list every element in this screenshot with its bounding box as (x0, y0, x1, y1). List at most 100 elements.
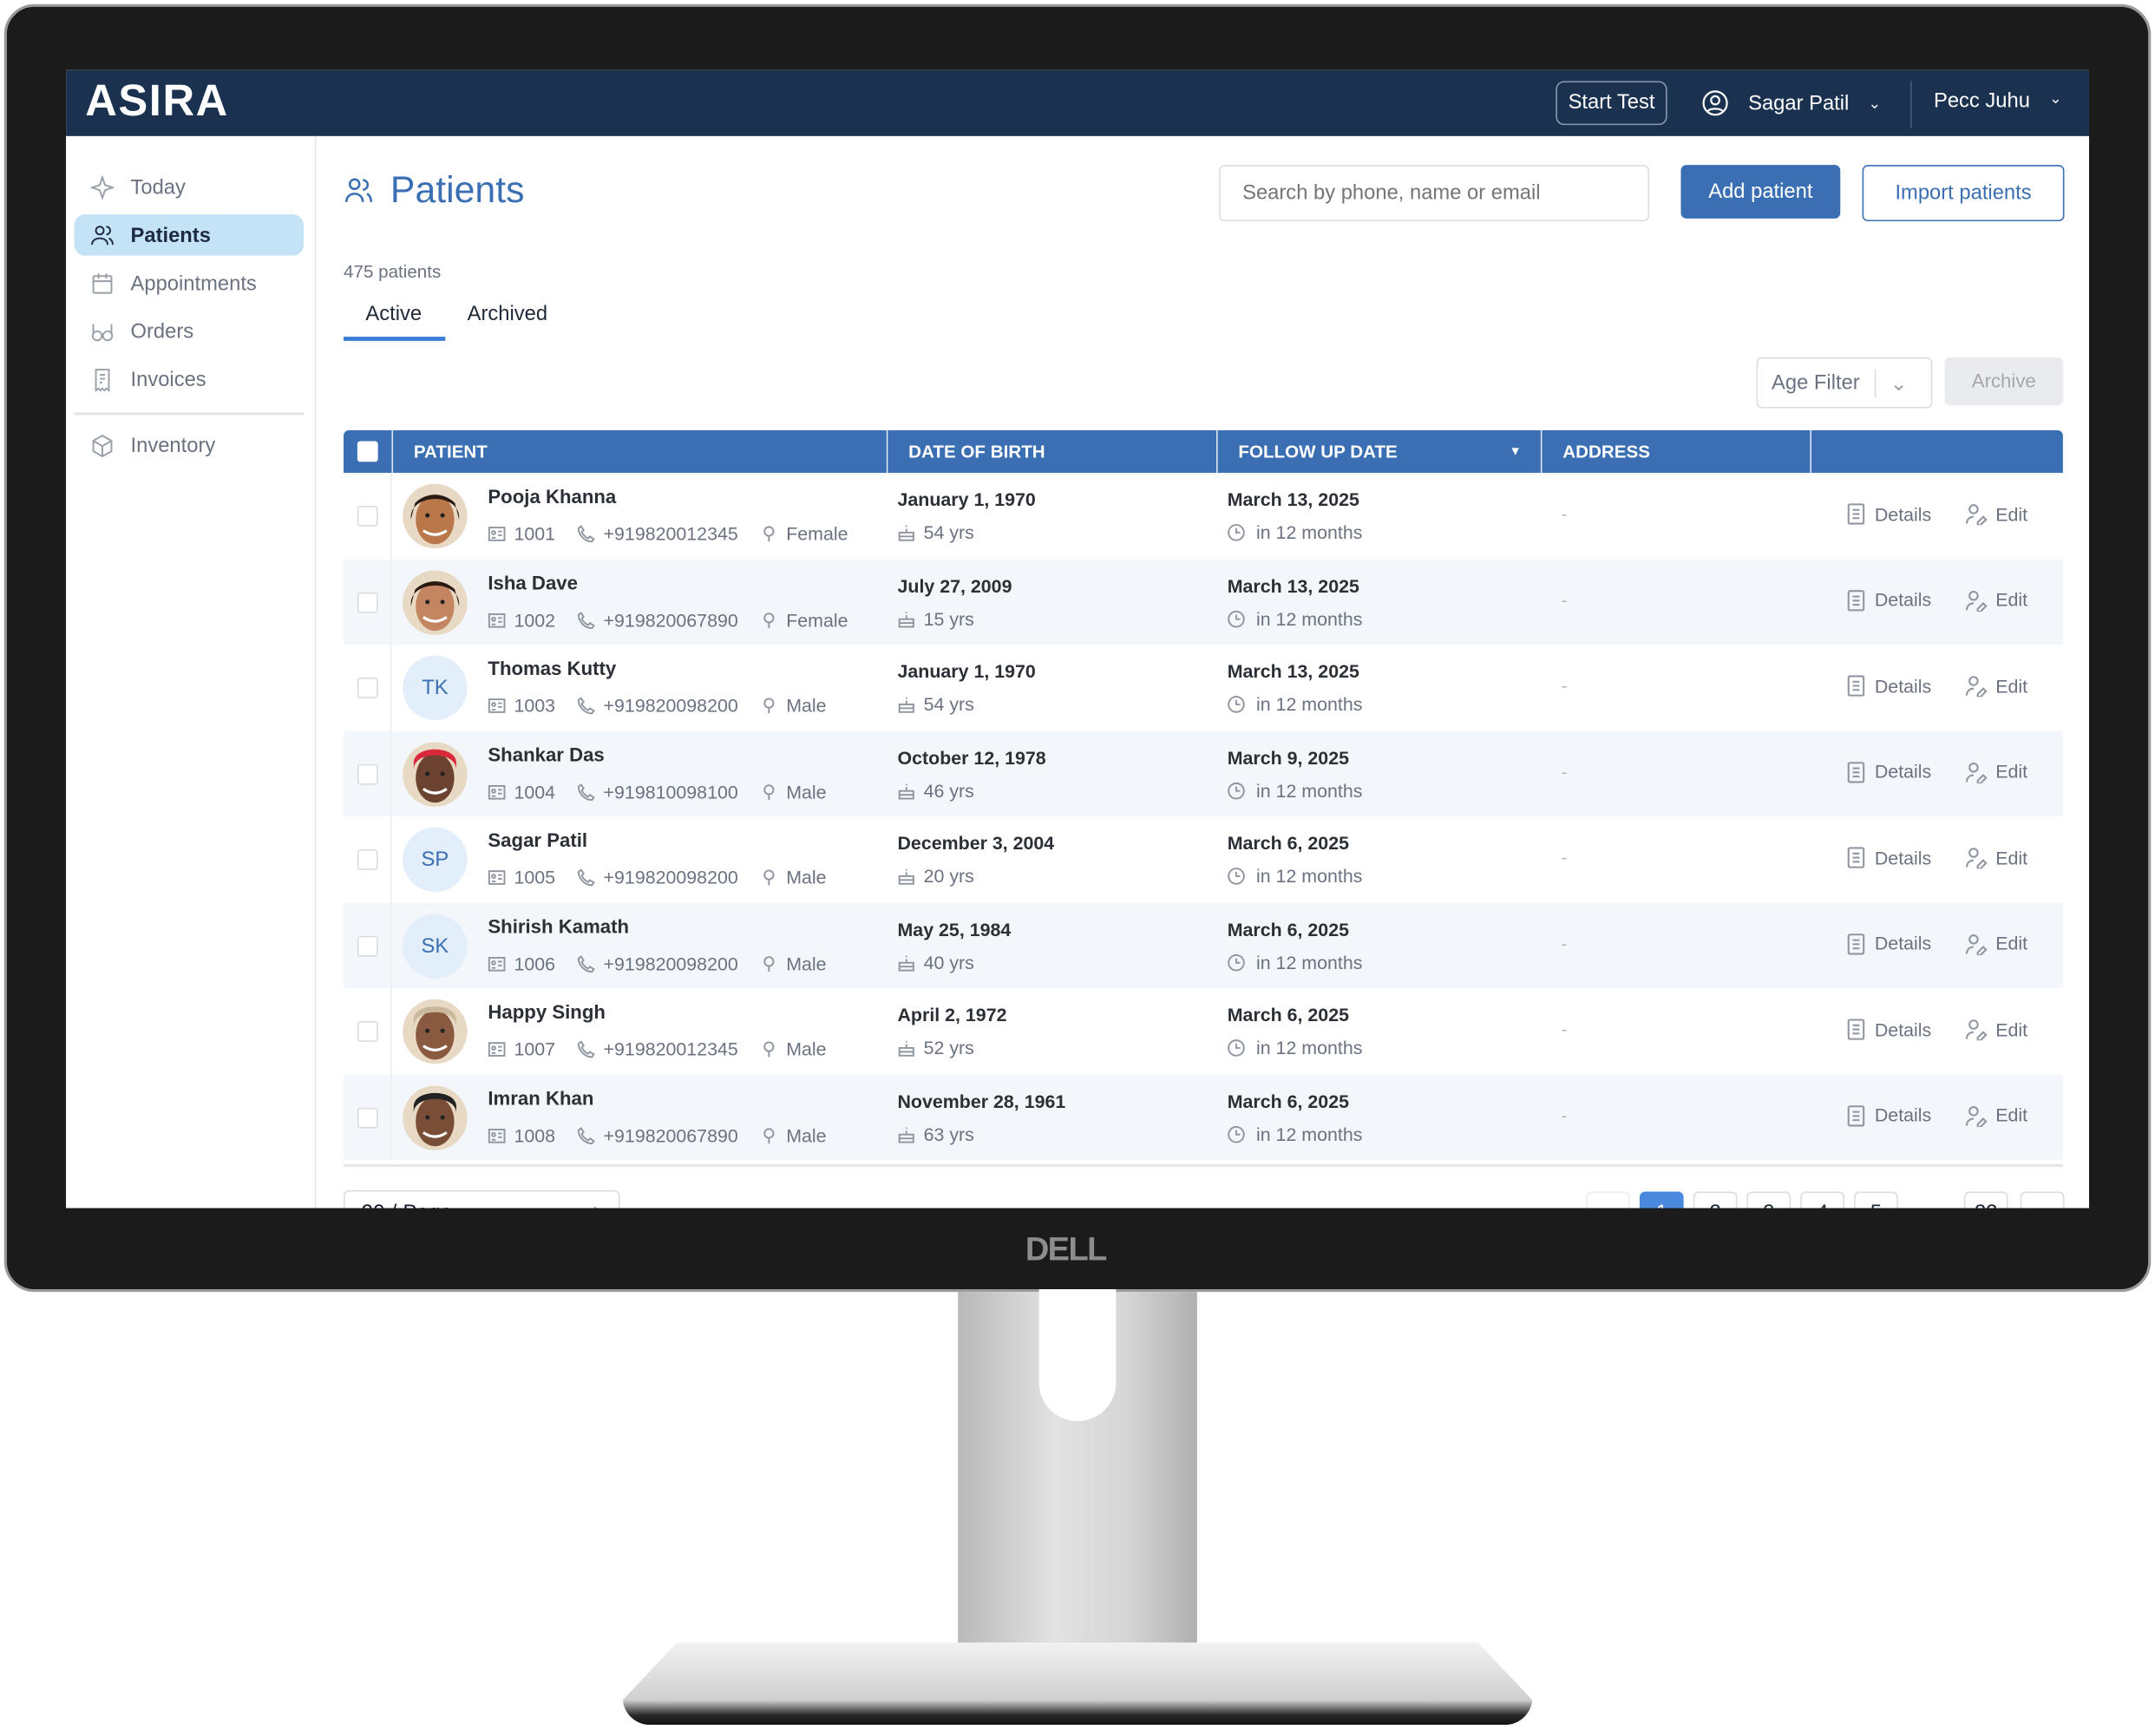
top-bar: ASIRA Start Test Sagar Patil ⌄ Pecc Juhu… (66, 69, 2089, 136)
row-checkbox[interactable] (357, 763, 378, 784)
patient-name[interactable]: Sagar Patil (488, 829, 587, 850)
page-1-button[interactable]: 1 (1639, 1191, 1684, 1209)
edit-button[interactable]: Edit (1965, 1019, 2027, 1041)
details-button[interactable]: Details (1846, 933, 1931, 954)
gender-icon (763, 698, 775, 714)
patient-name[interactable]: Shirish Kamath (488, 914, 629, 936)
patient-age: 52 yrs (923, 1038, 974, 1058)
page-2-button[interactable]: 2 (1693, 1191, 1738, 1209)
sidebar-item-today[interactable]: Today (75, 167, 305, 208)
patient-address: - (1561, 502, 1568, 524)
edit-button[interactable]: Edit (1965, 761, 2027, 783)
search-input[interactable] (1219, 165, 1650, 222)
clock-icon (1228, 953, 1245, 971)
edit-button[interactable]: Edit (1965, 503, 2027, 526)
row-checkbox[interactable] (357, 849, 378, 870)
row-checkbox[interactable] (357, 935, 378, 956)
column-date-of-birth[interactable]: DATE OF BIRTH (886, 429, 1216, 473)
edit-button[interactable]: Edit (1965, 589, 2027, 612)
patient-name[interactable]: Pooja Khanna (488, 485, 616, 507)
app-logo[interactable]: ASIRA (85, 75, 229, 127)
clock-icon (1228, 610, 1245, 627)
column-patient[interactable]: PATIENT (391, 429, 886, 473)
row-checkbox[interactable] (357, 1107, 378, 1128)
row-checkbox[interactable] (357, 1021, 378, 1042)
date-of-birth: January 1, 1970 (897, 661, 1036, 682)
details-button[interactable]: Details (1846, 847, 1931, 868)
sidebar-item-orders[interactable]: Orders (75, 311, 305, 352)
gender-icon (763, 526, 775, 542)
follow-up-date: March 6, 2025 (1227, 919, 1349, 940)
user-edit-icon (1965, 762, 1988, 783)
prev-page-button[interactable]: ‹ (1586, 1191, 1630, 1209)
sidebar-item-invoices[interactable]: Invoices (75, 358, 305, 400)
patient-avatar-initials: TK (403, 655, 468, 721)
page-22-button[interactable]: 22 (1963, 1191, 2008, 1209)
gender-icon (763, 612, 775, 628)
tab-archived[interactable]: Archived (468, 303, 547, 326)
row-checkbox[interactable] (357, 591, 378, 613)
patient-name[interactable]: Isha Dave (488, 571, 578, 593)
edit-button[interactable]: Edit (1965, 1104, 2027, 1127)
archive-button[interactable]: Archive (1944, 357, 2063, 406)
patient-age: 46 yrs (923, 780, 974, 801)
patient-id: 1001 (514, 523, 556, 545)
cake-icon (898, 868, 914, 885)
page-4-button[interactable]: 4 (1800, 1191, 1844, 1209)
document-icon (1847, 761, 1865, 783)
patient-name[interactable]: Imran Khan (488, 1086, 593, 1108)
details-button[interactable]: Details (1846, 589, 1931, 611)
cake-icon (898, 783, 914, 799)
patient-id: 1004 (514, 781, 556, 802)
select-all-checkbox[interactable] (357, 441, 378, 462)
sidebar-item-patients[interactable]: Patients (74, 214, 305, 256)
page-5-button[interactable]: 5 (1854, 1191, 1898, 1209)
patient-gender: Male (786, 695, 827, 717)
edit-button[interactable]: Edit (1965, 675, 2027, 698)
patient-name[interactable]: Happy Singh (488, 1000, 606, 1022)
details-button[interactable]: Details (1846, 1104, 1931, 1126)
id-card-icon (488, 698, 506, 713)
pagination-ellipsis[interactable]: ··· (1919, 1192, 1941, 1209)
clinic-selector[interactable]: Pecc Juhu ⌄ (1934, 89, 2062, 113)
row-checkbox[interactable] (357, 678, 378, 698)
column-address[interactable]: ADDRESS (1540, 429, 1811, 473)
table-row: Shankar Das 1004 +919810098100 Male October … (344, 730, 2063, 817)
import-patients-button[interactable]: Import patients (1862, 165, 2065, 222)
sort-desc-icon[interactable]: ▼ (1510, 430, 1522, 473)
document-icon (1847, 503, 1865, 525)
patient-phone: +919820098200 (603, 953, 738, 974)
page-size-select[interactable]: 20 / Page ⇕ (344, 1189, 620, 1209)
table-row: Imran Khan 1008 +919820067890 Male November … (344, 1074, 2063, 1161)
user-menu[interactable]: Sagar Patil ⌄ (1701, 89, 1881, 117)
sidebar-item-appointments[interactable]: Appointments (75, 263, 305, 305)
age-filter-select[interactable]: Age Filter ⌄ (1756, 357, 1933, 409)
patient-gender: Male (786, 1038, 827, 1060)
sidebar-item-inventory[interactable]: Inventory (75, 425, 305, 467)
dell-logo: DELL (1025, 1231, 1108, 1269)
patient-phone: +919820012345 (603, 523, 738, 545)
column-follow-up-date[interactable]: FOLLOW UP DATE ▼ (1216, 429, 1541, 473)
page-3-button[interactable]: 3 (1746, 1191, 1791, 1209)
app-screen: ASIRA Start Test Sagar Patil ⌄ Pecc Juhu… (66, 69, 2089, 1209)
patient-address: - (1561, 846, 1568, 868)
details-button[interactable]: Details (1846, 761, 1931, 783)
start-test-button[interactable]: Start Test (1556, 81, 1667, 126)
patient-name[interactable]: Thomas Kutty (488, 657, 616, 678)
add-patient-button[interactable]: Add patient (1680, 165, 1841, 219)
next-page-button[interactable]: › (2020, 1191, 2065, 1209)
table-row: TK Thomas Kutty 1003 +919820098200 Male Janua… (344, 644, 2063, 731)
patient-id: 1002 (514, 609, 556, 631)
follow-up-date: March 13, 2025 (1227, 574, 1359, 596)
tab-active[interactable]: Active (365, 303, 422, 326)
details-button[interactable]: Details (1846, 1019, 1931, 1040)
gender-icon (763, 869, 775, 886)
edit-button[interactable]: Edit (1965, 847, 2027, 869)
edit-button[interactable]: Edit (1965, 933, 2027, 955)
details-button[interactable]: Details (1846, 675, 1931, 697)
patient-id: 1008 (514, 1124, 556, 1146)
patient-name[interactable]: Shankar Das (488, 743, 604, 764)
details-button[interactable]: Details (1846, 503, 1931, 525)
row-checkbox[interactable] (357, 505, 378, 527)
receipt-icon (95, 368, 110, 391)
